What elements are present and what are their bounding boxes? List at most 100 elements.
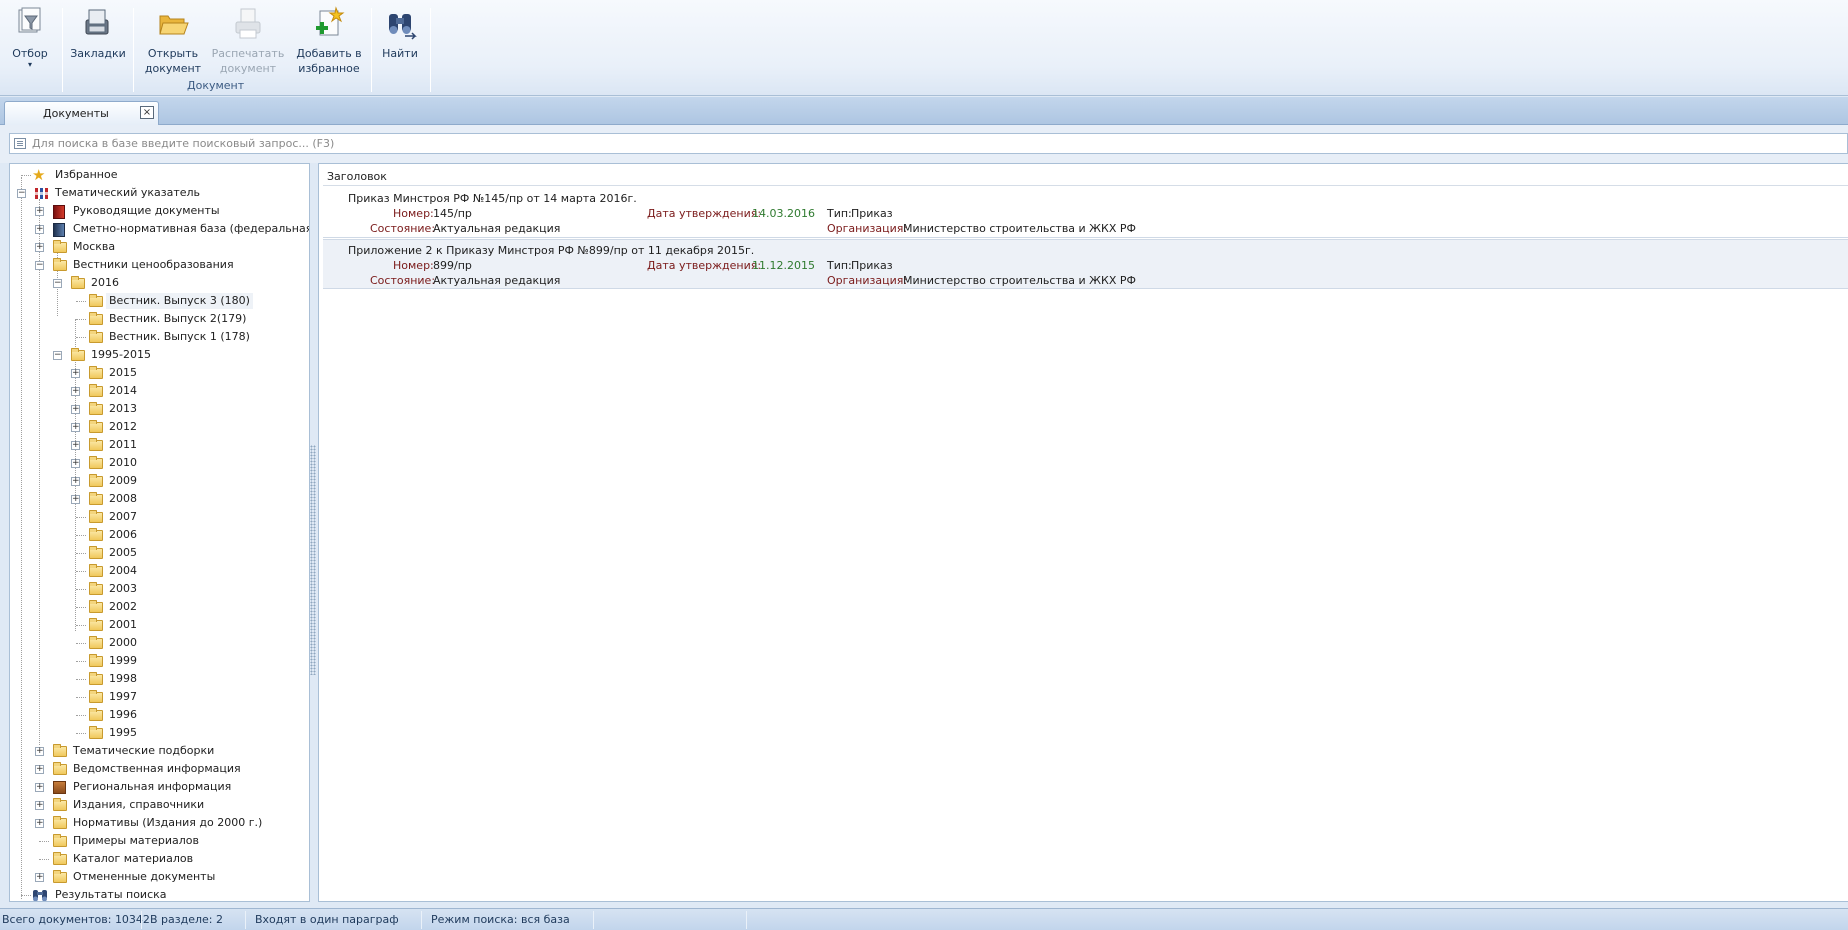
thematic-tree-panel[interactable]: ★ Избранное − Тематический указатель + Р… (9, 163, 310, 902)
panel-splitter[interactable] (310, 445, 316, 675)
print-document-button[interactable]: Распечатать документ (210, 6, 286, 76)
bookmarks-label: Закладки (70, 47, 126, 60)
state-label: Состояние: (370, 274, 436, 287)
organization-label: Организация: (827, 274, 908, 287)
expand-icon[interactable]: + (35, 819, 44, 828)
expand-icon[interactable]: + (35, 873, 44, 882)
expand-icon[interactable]: + (71, 459, 80, 468)
document-type: Приказ (851, 259, 893, 272)
tree-connector (21, 177, 22, 899)
ribbon-separator (133, 8, 134, 92)
status-separator (245, 911, 246, 929)
expand-icon[interactable]: + (35, 747, 44, 756)
expand-icon[interactable]: + (71, 423, 80, 432)
add-to-favorites-label-1: Добавить в (296, 47, 362, 60)
bookmarks-button[interactable]: Закладки (70, 6, 126, 76)
status-separator (746, 911, 747, 929)
tab-documents[interactable]: Документы × (4, 101, 159, 125)
ribbon-separator (430, 8, 431, 92)
folder-icon (89, 600, 103, 613)
expand-icon[interactable]: + (71, 495, 80, 504)
tab-documents-label: Документы (43, 107, 109, 120)
find-label: Найти (382, 47, 418, 60)
document-number: 145/пр (433, 207, 472, 220)
expand-icon[interactable]: + (71, 387, 80, 396)
filter-label: Отбор (12, 47, 48, 60)
folder-icon (89, 456, 103, 469)
document-organization: Министерство строительства и ЖКХ РФ (903, 222, 1136, 235)
expand-icon[interactable]: + (35, 243, 44, 252)
number-label: Номер: (393, 259, 434, 272)
search-input[interactable]: Для поиска в базе введите поисковый запр… (9, 133, 1848, 154)
collapse-icon[interactable]: − (17, 189, 26, 198)
folder-icon (89, 672, 103, 685)
expand-icon[interactable]: + (35, 207, 44, 216)
dropdown-arrow-icon: ▾ (27, 60, 32, 69)
folder-icon (89, 654, 103, 667)
expand-icon[interactable]: + (71, 441, 80, 450)
status-paragraph: Входят в один параграф (255, 913, 399, 926)
type-label: Тип: (827, 259, 852, 272)
document-number: 899/пр (433, 259, 472, 272)
expand-icon[interactable]: + (71, 405, 80, 414)
number-label: Номер: (393, 207, 434, 220)
folder-icon (89, 726, 103, 739)
close-tab-icon[interactable]: × (140, 106, 154, 119)
folder-icon (89, 420, 103, 433)
folder-icon (89, 330, 103, 343)
add-to-favorites-button[interactable]: Добавить в избранное (292, 6, 366, 76)
status-separator (141, 911, 142, 929)
open-document-button[interactable]: Открыть документ (140, 6, 206, 76)
document-title[interactable]: Приложение 2 к Приказу Минстроя РФ №899/… (348, 244, 754, 257)
document-type: Приказ (851, 207, 893, 220)
document-state: Актуальная редакция (433, 274, 561, 287)
document-row[interactable]: Приложение 2 к Приказу Минстроя РФ №899/… (323, 239, 1848, 289)
search-placeholder: Для поиска в базе введите поисковый запр… (32, 137, 335, 150)
results-panel: Заголовок Приказ Минстроя РФ №145/пр от … (318, 163, 1848, 902)
collapse-icon[interactable]: − (53, 351, 62, 360)
folder-icon (89, 564, 103, 577)
binoculars-icon (32, 889, 48, 901)
folder-icon (89, 708, 103, 721)
folder-icon (89, 636, 103, 649)
print-document-label-2: документ (219, 62, 277, 75)
folder-icon (89, 384, 103, 397)
column-header-title[interactable]: Заголовок (323, 169, 1848, 186)
thematic-index-icon (35, 188, 48, 199)
document-title[interactable]: Приказ Минстроя РФ №145/пр от 14 марта 2… (348, 192, 637, 205)
document-row[interactable]: Приказ Минстроя РФ №145/пр от 14 марта 2… (323, 188, 1848, 238)
open-folder-icon (156, 6, 190, 42)
add-favorite-icon (312, 6, 346, 42)
approval-date: 11.12.2015 (752, 259, 815, 272)
archive-box-icon (53, 781, 66, 794)
type-label: Тип: (827, 207, 852, 220)
filter-button[interactable]: Отбор ▾ (8, 6, 52, 76)
collapse-icon[interactable]: − (35, 261, 44, 270)
folder-icon (89, 546, 103, 559)
status-total-documents: Всего документов: 10342 (2, 913, 150, 926)
book-icon (53, 223, 65, 237)
print-document-label-1: Распечатать (211, 47, 285, 60)
document-tabstrip: Документы × (0, 97, 1848, 125)
folder-icon (89, 402, 103, 415)
folder-icon (53, 240, 67, 253)
document-state: Актуальная редакция (433, 222, 561, 235)
ribbon-toolbar: Отбор ▾ Закладки Открыть документ Распеч… (0, 0, 1848, 96)
collapse-icon[interactable]: − (53, 279, 62, 288)
expand-icon[interactable]: + (71, 369, 80, 378)
expand-icon[interactable]: + (35, 225, 44, 234)
folder-icon (53, 744, 67, 757)
expand-icon[interactable]: + (35, 765, 44, 774)
add-to-favorites-label-2: избранное (298, 62, 360, 75)
folder-icon (89, 690, 103, 703)
organization-label: Организация: (827, 222, 908, 235)
expand-icon[interactable]: + (35, 783, 44, 792)
find-button[interactable]: Найти (378, 6, 422, 76)
print-icon (231, 6, 265, 42)
expand-icon[interactable]: + (71, 477, 80, 486)
status-in-section: В разделе: 2 (150, 913, 223, 926)
filter-icon (13, 6, 47, 42)
folder-icon (53, 816, 67, 829)
expand-icon[interactable]: + (35, 801, 44, 810)
state-label: Состояние: (370, 222, 436, 235)
